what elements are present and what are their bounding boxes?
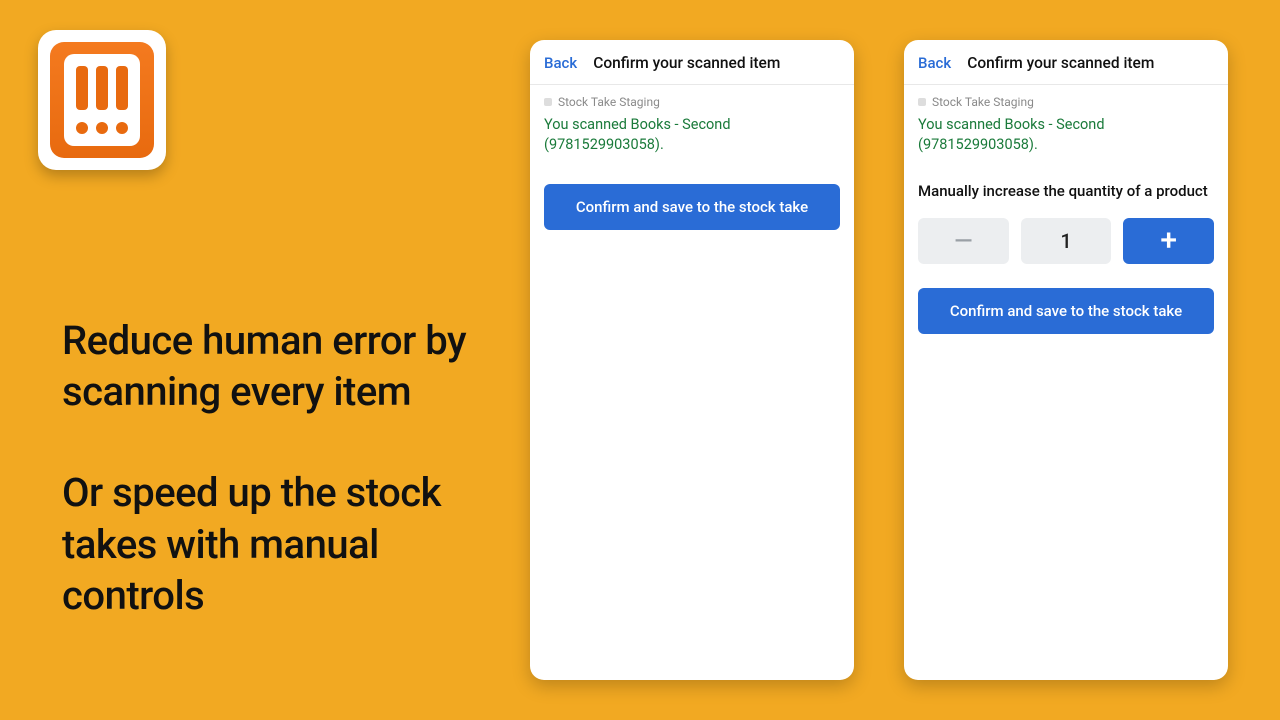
phone-screen-simple: Back Confirm your scanned item Stock Tak…: [530, 40, 854, 680]
app-icon: [38, 30, 166, 170]
scanned-message: You scanned Books - Second (978152990305…: [904, 109, 1228, 154]
manual-quantity-label: Manually increase the quantity of a prod…: [904, 154, 1228, 200]
decrease-quantity-button[interactable]: —: [918, 218, 1009, 264]
breadcrumb: Stock Take Staging: [904, 85, 1228, 109]
page-title: Confirm your scanned item: [967, 54, 1214, 72]
marketing-line-2: Or speed up the stock takes with manual …: [62, 467, 472, 621]
page-title: Confirm your scanned item: [593, 54, 840, 72]
confirm-button[interactable]: Confirm and save to the stock take: [544, 184, 840, 230]
increase-quantity-button[interactable]: +: [1123, 218, 1214, 264]
marketing-copy: Reduce human error by scanning every ite…: [62, 315, 472, 621]
plus-icon: +: [1160, 226, 1177, 256]
breadcrumb-label: Stock Take Staging: [932, 95, 1034, 109]
breadcrumb-icon: [544, 98, 552, 106]
breadcrumb: Stock Take Staging: [530, 85, 854, 109]
minus-icon: —: [954, 227, 973, 255]
back-button[interactable]: Back: [918, 54, 951, 72]
screen-header: Back Confirm your scanned item: [530, 40, 854, 85]
breadcrumb-label: Stock Take Staging: [558, 95, 660, 109]
quantity-stepper: — 1 +: [904, 200, 1228, 264]
confirm-button[interactable]: Confirm and save to the stock take: [918, 288, 1214, 334]
screen-header: Back Confirm your scanned item: [904, 40, 1228, 85]
scanned-message: You scanned Books - Second (978152990305…: [530, 109, 854, 154]
phone-screen-manual: Back Confirm your scanned item Stock Tak…: [904, 40, 1228, 680]
marketing-line-1: Reduce human error by scanning every ite…: [62, 315, 472, 417]
breadcrumb-icon: [918, 98, 926, 106]
back-button[interactable]: Back: [544, 54, 577, 72]
quantity-value: 1: [1021, 218, 1112, 264]
